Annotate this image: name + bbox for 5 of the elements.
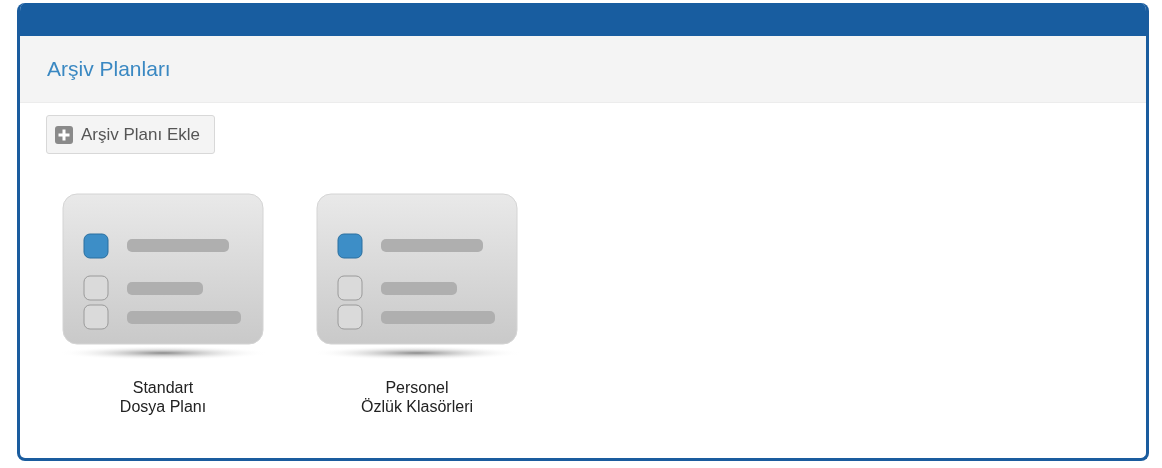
plus-icon [55, 125, 73, 144]
plan-label[interactable]: Personel Özlük Klasörleri [361, 378, 473, 416]
add-plan-button[interactable]: Arşiv Planı Ekle [46, 115, 216, 154]
panel-title: Arşiv Planları [47, 57, 171, 81]
plan-label[interactable]: Standart Dosya Planı [119, 378, 207, 416]
